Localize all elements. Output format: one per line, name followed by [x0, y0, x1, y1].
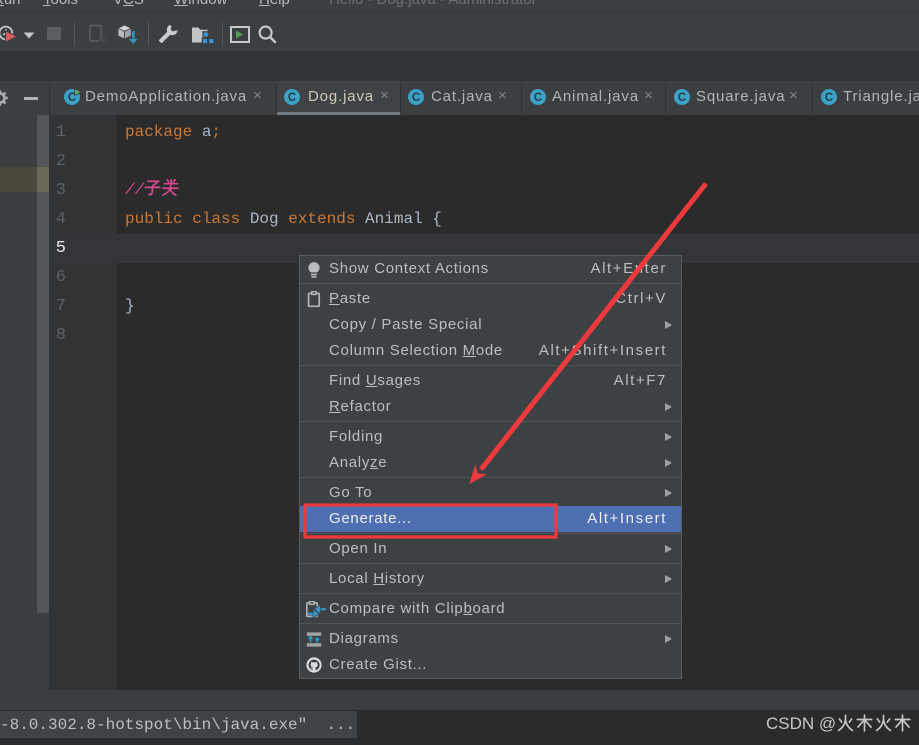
svg-text:C: C: [825, 92, 833, 104]
svg-text:C: C: [288, 92, 296, 104]
svg-text:C: C: [412, 92, 420, 104]
svg-text:C: C: [678, 92, 686, 104]
svg-text:C: C: [534, 92, 542, 104]
